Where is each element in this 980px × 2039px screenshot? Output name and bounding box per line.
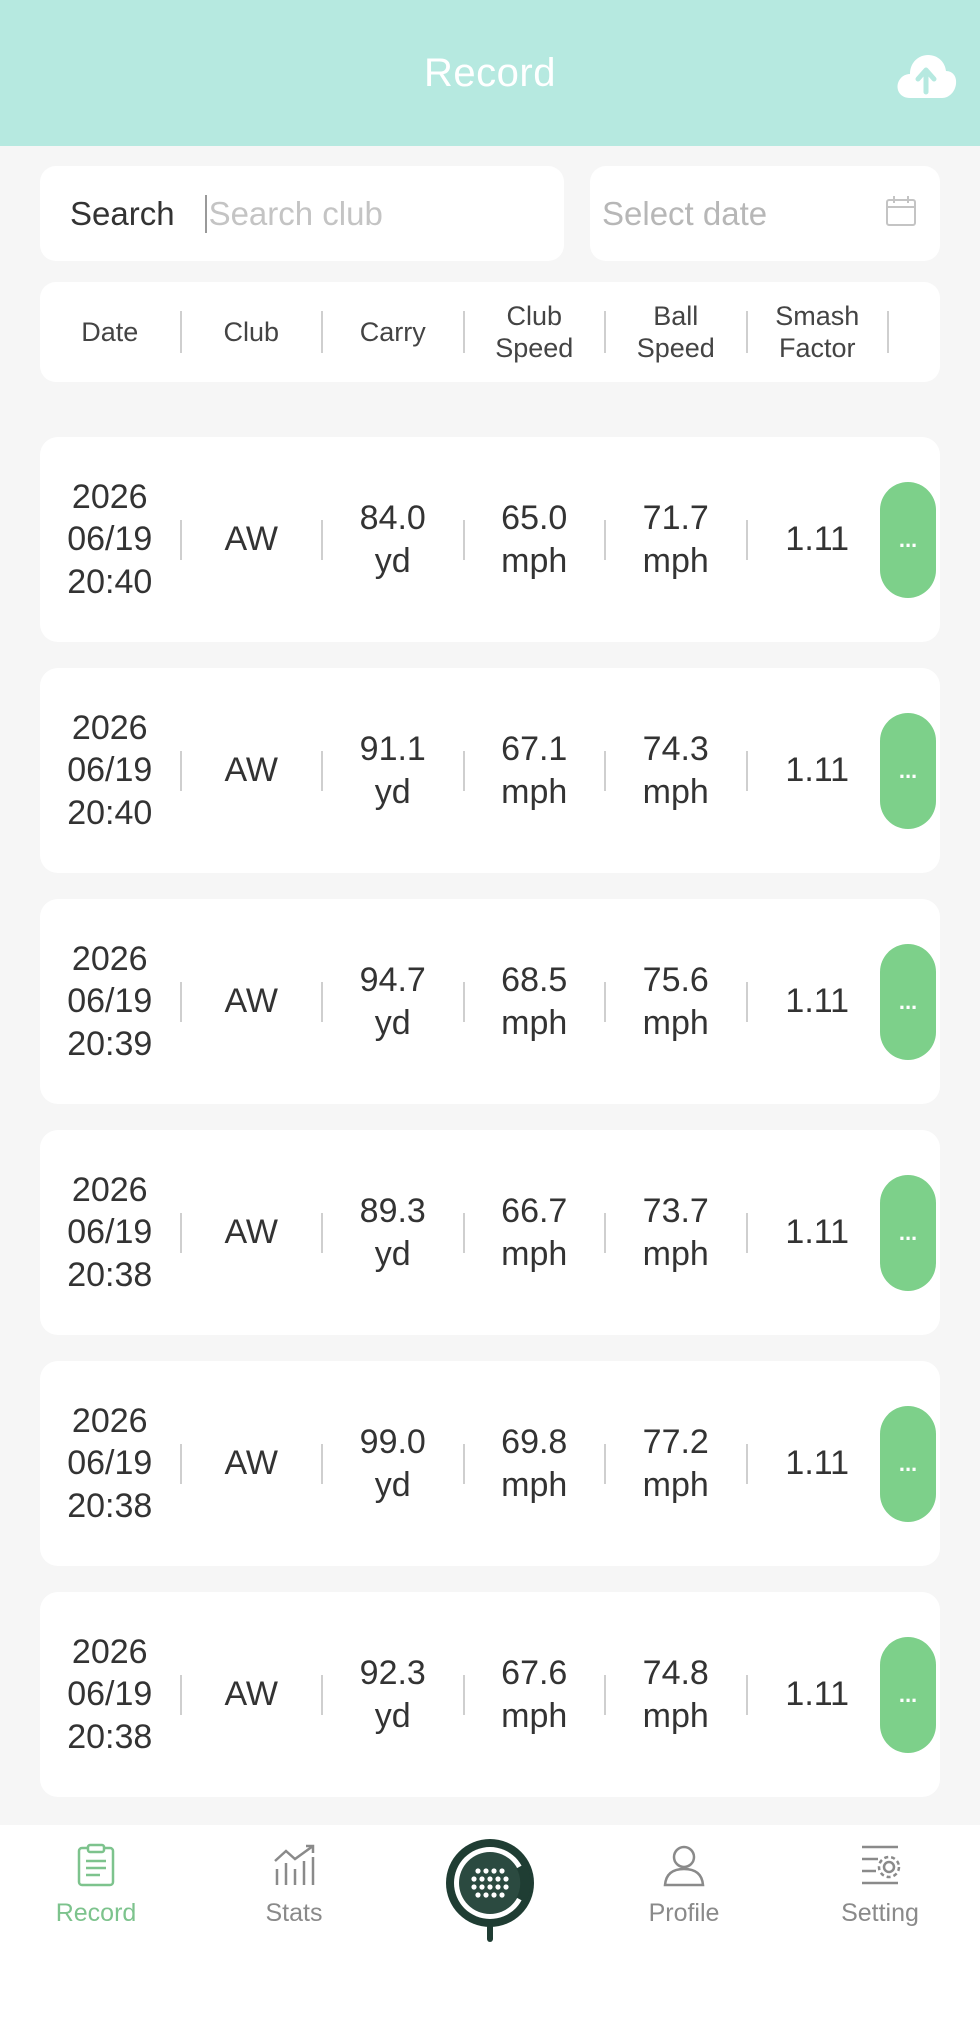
more-options-button[interactable]: ... xyxy=(880,944,936,1060)
record-ball-speed: 73.7 mph xyxy=(642,1192,709,1273)
table-row: 2026 06/19 20:40 AW 91.1 yd 67.1 mph 74.3 mph… xyxy=(40,668,940,873)
record-club-speed: 67.6 mph xyxy=(501,1654,568,1735)
table-row: 2026 06/19 20:38 AW 92.3 yd 67.6 mph 74.8 mph… xyxy=(40,1592,940,1797)
record-smash-factor: 1.11 xyxy=(785,1675,850,1714)
table-row: 2026 06/19 20:39 AW 94.7 yd 68.5 mph 75.6 mph… xyxy=(40,899,940,1104)
chart-icon xyxy=(224,1837,364,1893)
record-date: 2026 06/19 20:40 xyxy=(67,477,153,601)
record-carry: 84.0 yd xyxy=(359,499,426,580)
divider xyxy=(887,311,889,353)
record-club: AW xyxy=(224,1675,278,1714)
record-date: 2026 06/19 20:40 xyxy=(67,708,153,832)
tab-setting-label: Setting xyxy=(841,1899,919,1927)
record-smash-factor: 1.11 xyxy=(785,520,850,559)
record-club: AW xyxy=(224,982,278,1021)
record-carry: 89.3 yd xyxy=(359,1192,426,1273)
header-date: Date xyxy=(81,316,139,347)
header-club: Club xyxy=(223,316,280,347)
record-ball-speed: 77.2 mph xyxy=(642,1423,709,1504)
record-smash-factor: 1.11 xyxy=(785,1213,850,1252)
record-club: AW xyxy=(224,1213,278,1252)
search-input[interactable] xyxy=(204,194,535,233)
tab-record[interactable]: Record xyxy=(26,1837,166,1928)
header-ball-speed: Ball Speed xyxy=(636,300,715,363)
record-club-speed: 67.1 mph xyxy=(501,730,568,811)
record-date: 2026 06/19 20:39 xyxy=(67,939,153,1063)
tab-stats[interactable]: Stats xyxy=(224,1837,364,1928)
search-label: Search xyxy=(70,194,175,232)
header-club-speed: Club Speed xyxy=(495,300,574,363)
record-smash-factor: 1.11 xyxy=(785,982,850,1021)
cloud-upload-icon[interactable] xyxy=(894,52,958,102)
table-row: 2026 06/19 20:38 AW 99.0 yd 69.8 mph 77.2 mph… xyxy=(40,1361,940,1566)
date-placeholder: Select date xyxy=(602,194,768,232)
calendar-icon xyxy=(884,194,918,233)
record-date: 2026 06/19 20:38 xyxy=(67,1632,153,1756)
user-icon xyxy=(614,1837,754,1893)
header-carry: Carry xyxy=(359,316,426,347)
more-options-button[interactable]: ... xyxy=(880,713,936,829)
record-ball-speed: 74.3 mph xyxy=(642,730,709,811)
record-date: 2026 06/19 20:38 xyxy=(67,1170,153,1294)
record-carry: 94.7 yd xyxy=(359,961,426,1042)
tab-profile-label: Profile xyxy=(648,1899,720,1927)
record-club-speed: 68.5 mph xyxy=(501,961,568,1042)
record-club-speed: 66.7 mph xyxy=(501,1192,568,1273)
more-options-button[interactable]: ... xyxy=(880,1406,936,1522)
more-options-button[interactable]: ... xyxy=(880,1175,936,1291)
header-smash-factor: Smash Factor xyxy=(775,300,860,363)
tab-profile[interactable]: Profile xyxy=(614,1837,754,1928)
more-options-button[interactable]: ... xyxy=(880,1637,936,1753)
page-title: Record xyxy=(424,50,556,95)
record-ball-speed: 74.8 mph xyxy=(642,1654,709,1735)
tab-record-label: Record xyxy=(55,1899,137,1927)
record-carry: 99.0 yd xyxy=(359,1423,426,1504)
app-header: Record xyxy=(0,0,980,146)
record-ball-speed: 71.7 mph xyxy=(642,499,709,580)
record-ball-speed: 75.6 mph xyxy=(642,961,709,1042)
table-row: 2026 06/19 20:38 AW 89.3 yd 66.7 mph 73.7 mph… xyxy=(40,1130,940,1335)
tab-setting[interactable]: Setting xyxy=(810,1837,950,1928)
more-options-button[interactable]: ... xyxy=(880,482,936,598)
tab-stats-label: Stats xyxy=(265,1899,323,1927)
record-club: AW xyxy=(224,751,278,790)
table-header: Date Club Carry Club Speed Ball Speed Smas… xyxy=(40,282,940,382)
table-row: 2026 06/19 20:40 AW 84.0 yd 65.0 mph 71.7 mph… xyxy=(40,437,940,642)
settings-icon xyxy=(810,1837,950,1893)
record-club: AW xyxy=(224,1444,278,1483)
record-date: 2026 06/19 20:38 xyxy=(67,1401,153,1525)
record-club-speed: 69.8 mph xyxy=(501,1423,568,1504)
record-carry: 92.3 yd xyxy=(359,1654,426,1735)
search-bar: Search xyxy=(40,166,564,261)
record-club: AW xyxy=(224,520,278,559)
golf-ball-launch-icon[interactable] xyxy=(443,1836,537,1946)
record-carry: 91.1 yd xyxy=(359,730,426,811)
record-smash-factor: 1.11 xyxy=(785,751,850,790)
date-picker[interactable]: Select date xyxy=(590,166,940,261)
record-club-speed: 65.0 mph xyxy=(501,499,568,580)
clipboard-icon xyxy=(26,1837,166,1893)
record-smash-factor: 1.11 xyxy=(785,1444,850,1483)
